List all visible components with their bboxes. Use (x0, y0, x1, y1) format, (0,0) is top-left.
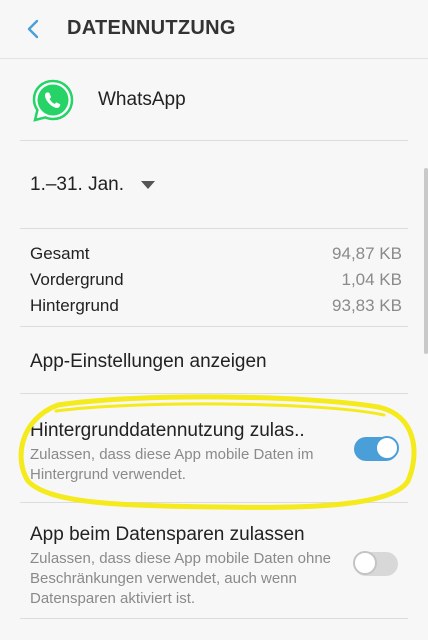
background-data-description: Zulassen, dass diese App mobile Daten im… (30, 446, 314, 483)
usage-background-row: Hintergrund 93,83 KB (30, 296, 402, 320)
date-range-label: 1.–31. Jan. (30, 174, 125, 195)
dropdown-caret-icon (141, 181, 155, 189)
usage-foreground-row: Vordergrund 1,04 KB (30, 270, 402, 294)
toggle-knob (375, 436, 399, 460)
divider (20, 393, 408, 394)
usage-background-label: Hintergrund (30, 296, 119, 315)
divider (20, 502, 408, 503)
usage-total-label: Gesamt (30, 244, 90, 263)
divider (20, 228, 408, 229)
page-title: DATENNUTZUNG (67, 17, 236, 39)
app-settings-link[interactable]: App-Einstellungen anzeigen (0, 342, 428, 392)
divider (20, 140, 408, 141)
data-saver-description: Zulassen, dass diese App mobile Daten oh… (30, 550, 332, 607)
date-range-dropdown[interactable]: 1.–31. Jan. (0, 160, 428, 212)
usage-foreground-value: 1,04 KB (341, 270, 403, 289)
data-saver-toggle[interactable] (353, 551, 398, 576)
divider (20, 326, 408, 327)
app-bar: DATENNUTZUNG (0, 0, 428, 59)
app-settings-label: App-Einstellungen anzeigen (30, 351, 267, 372)
background-data-setting[interactable]: Hintergrunddatennutzung zulas.. Zulassen… (0, 410, 428, 500)
data-saver-title: App beim Datensparen zulassen (30, 524, 305, 545)
whatsapp-icon (32, 79, 74, 122)
toggle-knob (353, 551, 377, 575)
back-arrow-icon[interactable] (22, 17, 46, 41)
background-data-title: Hintergrunddatennutzung zulas.. (30, 420, 305, 441)
background-data-toggle[interactable] (354, 436, 399, 461)
app-info-row: WhatsApp (0, 62, 428, 140)
usage-foreground-label: Vordergrund (30, 270, 124, 289)
data-saver-setting[interactable]: App beim Datensparen zulassen Zulassen, … (0, 514, 428, 614)
app-name: WhatsApp (98, 89, 186, 110)
usage-total-value: 94,87 KB (332, 244, 402, 263)
usage-background-value: 93,83 KB (332, 296, 402, 315)
usage-total-row: Gesamt 94,87 KB (30, 244, 402, 268)
divider (20, 618, 408, 619)
scrollbar[interactable] (424, 168, 428, 354)
